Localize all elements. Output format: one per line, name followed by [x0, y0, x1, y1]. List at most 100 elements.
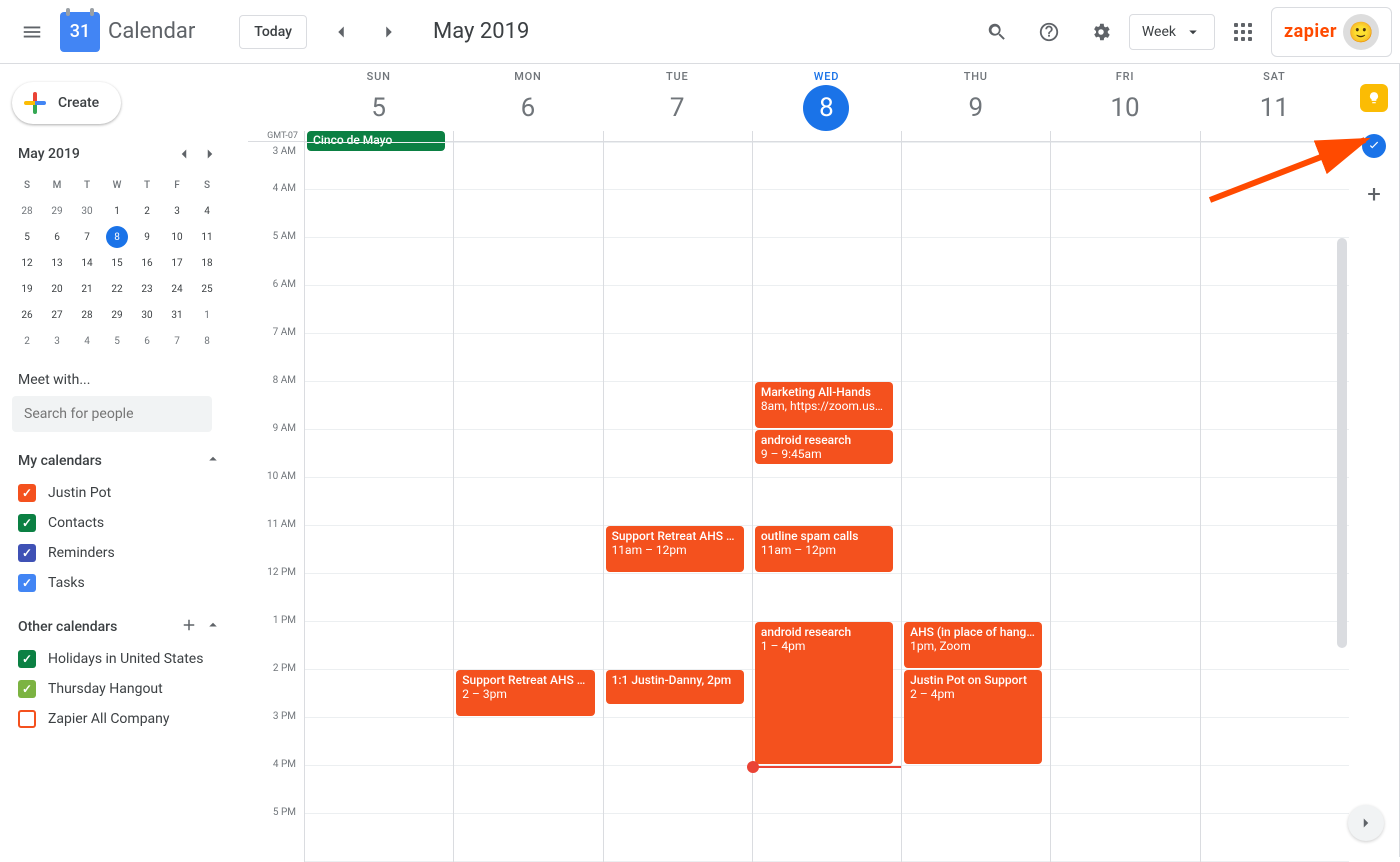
minical-day[interactable]: 18 — [192, 250, 222, 276]
day-header[interactable]: FRI10 — [1050, 64, 1199, 131]
day-header[interactable]: THU9 — [901, 64, 1050, 131]
calendar-checkbox[interactable]: ✓ — [18, 484, 36, 502]
view-selector[interactable]: Week — [1129, 14, 1215, 50]
minical-day[interactable]: 6 — [132, 328, 162, 354]
minical-day[interactable]: 1 — [102, 198, 132, 224]
minical-day[interactable]: 17 — [162, 250, 192, 276]
minical-day[interactable]: 22 — [102, 276, 132, 302]
search-icon[interactable] — [973, 8, 1021, 56]
minical-day[interactable]: 26 — [12, 302, 42, 328]
day-header[interactable]: SUN5 — [304, 64, 453, 131]
minical-day[interactable]: 23 — [132, 276, 162, 302]
day-column[interactable] — [304, 142, 453, 862]
minical-prev-button[interactable] — [172, 142, 196, 166]
minical-day[interactable]: 11 — [192, 224, 222, 250]
day-column[interactable] — [1200, 142, 1349, 862]
settings-icon[interactable] — [1077, 8, 1125, 56]
calendar-event[interactable]: 1:1 Justin-Danny, 2pm — [606, 670, 744, 704]
calendar-checkbox[interactable]: ✓ — [18, 514, 36, 532]
allday-cell[interactable] — [1050, 131, 1199, 141]
app-logo[interactable]: 31 Calendar — [60, 12, 195, 52]
day-column[interactable]: AHS (in place of hango…1pm, ZoomJustin P… — [901, 142, 1050, 862]
calendar-event[interactable]: AHS (in place of hango…1pm, Zoom — [904, 622, 1042, 668]
minical-day[interactable]: 8 — [192, 328, 222, 354]
minical-day[interactable]: 15 — [102, 250, 132, 276]
calendar-event[interactable]: android research1 – 4pm — [755, 622, 893, 764]
minical-next-button[interactable] — [198, 142, 222, 166]
minical-day[interactable]: 27 — [42, 302, 72, 328]
calendar-item[interactable]: ✓Reminders — [12, 538, 228, 568]
day-column[interactable]: Support Retreat AHS C…2 – 3pm — [453, 142, 602, 862]
calendar-event[interactable]: Support Retreat AHS C…2 – 3pm — [456, 670, 594, 716]
day-header[interactable]: TUE7 — [603, 64, 752, 131]
calendar-checkbox[interactable]: ✓ — [18, 544, 36, 562]
allday-cell[interactable] — [453, 131, 602, 141]
zapier-button[interactable]: zapier 🙂 — [1271, 7, 1392, 57]
calendar-item[interactable]: Zapier All Company — [12, 704, 228, 734]
minical-day[interactable]: 7 — [72, 224, 102, 250]
minical-day[interactable]: 5 — [102, 328, 132, 354]
day-header[interactable]: MON6 — [453, 64, 602, 131]
minical-day[interactable]: 9 — [132, 224, 162, 250]
calendar-event[interactable]: android research9 – 9:45am — [755, 430, 893, 464]
minical-day[interactable]: 4 — [72, 328, 102, 354]
scrollbar[interactable] — [1337, 238, 1347, 648]
help-icon[interactable] — [1025, 8, 1073, 56]
collapse-other-calendars-button[interactable] — [204, 616, 222, 638]
minical-day[interactable]: 3 — [42, 328, 72, 354]
minical-day[interactable]: 7 — [162, 328, 192, 354]
calendar-event[interactable]: Support Retreat AHS C…11am – 12pm — [606, 526, 744, 572]
minical-day[interactable]: 24 — [162, 276, 192, 302]
day-header[interactable]: WED8 — [752, 64, 901, 131]
main-menu-icon[interactable] — [8, 8, 56, 56]
calendar-item[interactable]: ✓Tasks — [12, 568, 228, 598]
calendar-item[interactable]: ✓Thursday Hangout — [12, 674, 228, 704]
minical-day[interactable]: 20 — [42, 276, 72, 302]
minical-day[interactable]: 2 — [12, 328, 42, 354]
tasks-icon[interactable] — [1362, 134, 1386, 158]
search-people-input[interactable] — [12, 396, 212, 432]
minical-day[interactable]: 5 — [12, 224, 42, 250]
create-button[interactable]: Create — [12, 82, 121, 124]
minical-day[interactable]: 29 — [42, 198, 72, 224]
keep-icon[interactable] — [1360, 84, 1388, 112]
calendar-item[interactable]: ✓Holidays in United States — [12, 644, 228, 674]
allday-cell[interactable] — [1200, 131, 1349, 141]
minical-day[interactable]: 30 — [132, 302, 162, 328]
prev-period-button[interactable] — [317, 8, 365, 56]
day-column[interactable]: Support Retreat AHS C…11am – 12pm 1:1 Jus… — [603, 142, 752, 862]
minical-day[interactable]: 4 — [192, 198, 222, 224]
next-period-button[interactable] — [365, 8, 413, 56]
allday-cell[interactable]: Cinco de Mayo — [304, 131, 453, 141]
add-sidepanel-button[interactable]: + — [1360, 180, 1388, 208]
allday-cell[interactable] — [901, 131, 1050, 141]
calendar-checkbox[interactable]: ✓ — [18, 680, 36, 698]
collapse-my-calendars-button[interactable] — [204, 450, 222, 472]
apps-grid-icon[interactable] — [1219, 8, 1267, 56]
minical-day[interactable]: 14 — [72, 250, 102, 276]
calendar-event[interactable]: outline spam calls11am – 12pm — [755, 526, 893, 572]
minical-day[interactable]: 19 — [12, 276, 42, 302]
calendar-event[interactable]: Justin Pot on Support2 – 4pm — [904, 670, 1042, 764]
minical-day[interactable]: 21 — [72, 276, 102, 302]
minical-day[interactable]: 25 — [192, 276, 222, 302]
calendar-checkbox[interactable]: ✓ — [18, 574, 36, 592]
day-header[interactable]: SAT11 — [1200, 64, 1349, 131]
mini-calendar[interactable]: SMTWTFS282930123456789101112131415161718… — [12, 172, 222, 354]
minical-day[interactable]: 3 — [162, 198, 192, 224]
calendar-event[interactable]: Marketing All-Hands8am, https://zoom.us/… — [755, 382, 893, 428]
day-column[interactable]: Marketing All-Hands8am, https://zoom.us/… — [752, 142, 901, 862]
minical-day[interactable]: 2 — [132, 198, 162, 224]
calendar-checkbox[interactable]: ✓ — [18, 650, 36, 668]
allday-cell[interactable] — [603, 131, 752, 141]
calendar-item[interactable]: ✓Justin Pot — [12, 478, 228, 508]
minical-day[interactable]: 29 — [102, 302, 132, 328]
today-button[interactable]: Today — [239, 15, 307, 49]
account-avatar[interactable]: 🙂 — [1343, 14, 1379, 50]
calendar-checkbox[interactable] — [18, 710, 36, 728]
day-column[interactable] — [1050, 142, 1199, 862]
minical-day[interactable]: 10 — [162, 224, 192, 250]
minical-day[interactable]: 13 — [42, 250, 72, 276]
minical-day[interactable]: 16 — [132, 250, 162, 276]
calendar-item[interactable]: ✓Contacts — [12, 508, 228, 538]
